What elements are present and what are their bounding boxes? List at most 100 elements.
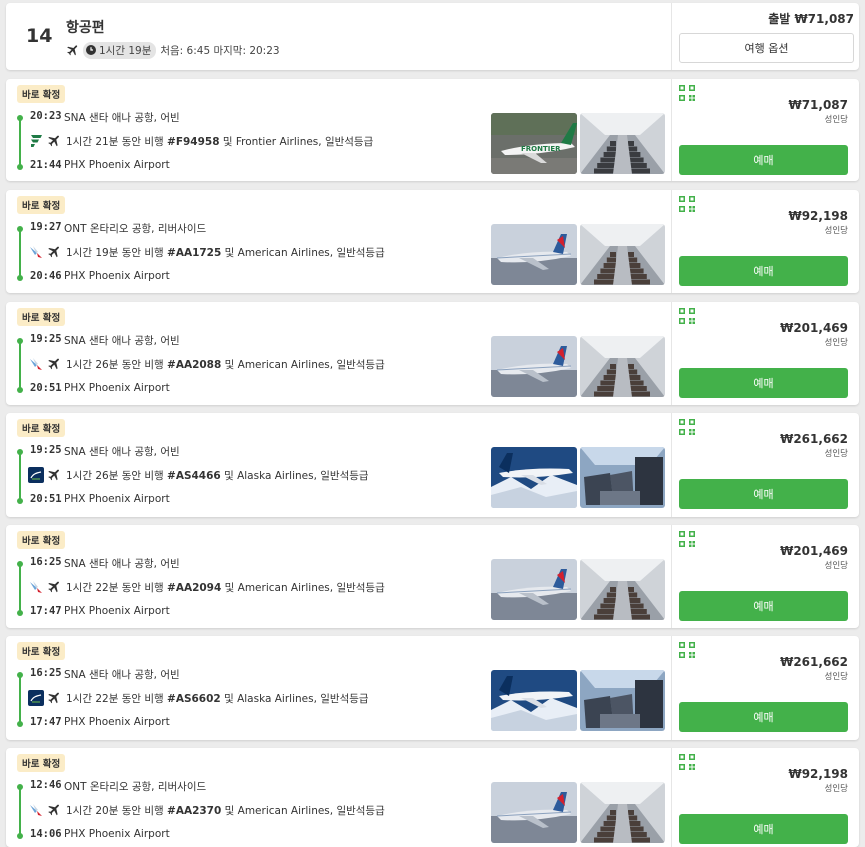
frontier-logo-icon — [31, 135, 42, 147]
arrival-time: 20:46 — [30, 270, 62, 282]
arrival-airport: PHX Phoenix Airport — [64, 382, 170, 394]
book-button[interactable]: 예매 — [679, 591, 848, 621]
cabin-interior-photo[interactable] — [580, 224, 665, 285]
aircraft-exterior-photo[interactable] — [491, 336, 577, 397]
cabin-interior-photo[interactable] — [580, 670, 665, 731]
american-logo-icon — [28, 802, 44, 818]
instant-confirm-badge: 바로 확정 — [17, 642, 66, 660]
flight-booking-panel: ₩71,087 성인당 예매 — [671, 79, 859, 181]
flight-text: 동안 비행 — [118, 136, 168, 148]
instant-confirm-badge: 바로 확정 — [17, 754, 66, 772]
plane-icon — [48, 135, 59, 147]
cabin-interior-photo[interactable] — [580, 782, 665, 843]
flight-details: 바로 확정 19:25 SNA 샌타 애나 공항, 어빈 1시간 26분 동안 … — [6, 302, 671, 405]
flight-duration: 1시간 26분 — [66, 470, 119, 482]
flight-card: 바로 확정 16:25 SNA 샌타 애나 공항, 어빈 1시간 22분 동안 … — [6, 525, 859, 628]
arrival-dot — [17, 721, 23, 727]
arrival-time: 14:06 — [30, 828, 62, 840]
clock-icon — [86, 45, 96, 55]
instant-confirm-badge: 바로 확정 — [17, 531, 66, 549]
flight-segment-info: 1시간 26분 동안 비행 #AA2088 및 American Airline… — [66, 357, 385, 372]
header-meta: 1시간 19분 처음: 6:45 마지막: 20:23 — [66, 41, 280, 59]
flight-number: #AS6602 — [167, 693, 221, 705]
book-button[interactable]: 예매 — [679, 256, 848, 286]
aircraft-exterior-photo[interactable] — [491, 447, 577, 508]
book-button[interactable]: 예매 — [679, 368, 848, 398]
flight-number: #AS4466 — [167, 470, 221, 482]
alaska-logo-icon — [28, 690, 44, 706]
flight-details: 바로 확정 20:23 SNA 샌타 애나 공항, 어빈 1시간 21분 동안 … — [6, 79, 671, 181]
airline-name: 및 Frontier Airlines, — [219, 136, 325, 148]
flight-card: 바로 확정 20:23 SNA 샌타 애나 공항, 어빈 1시간 21분 동안 … — [6, 79, 859, 181]
book-button[interactable]: 예매 — [679, 145, 848, 175]
day-number: 14 — [26, 25, 53, 47]
plane-icon — [48, 804, 59, 816]
aircraft-exterior-photo[interactable] — [491, 559, 577, 620]
flight-card: 바로 확정 12:46 ONT 온타리오 공항, 리버사이드 1시간 20분 동… — [6, 748, 859, 847]
qr-code-icon — [679, 196, 695, 212]
duration-pill: 1시간 19분 — [83, 41, 157, 59]
departure-airport: ONT 온타리오 공항, 리버사이드 — [64, 781, 207, 793]
cabin-interior-photo[interactable] — [580, 336, 665, 397]
day-header-main: 14 항공편 1시간 19분 처음: 6:45 마지막: 20:23 — [6, 3, 671, 70]
aircraft-exterior-photo[interactable]: FRONTIER — [491, 113, 577, 174]
flight-duration: 1시간 21분 — [66, 136, 119, 148]
cabin-class: 일반석등급 — [336, 359, 385, 371]
cabin-class: 일반석등급 — [320, 470, 369, 482]
route-line — [19, 787, 21, 838]
departure-airport: SNA 샌타 애나 공항, 어빈 — [64, 112, 180, 124]
aircraft-exterior-photo[interactable] — [491, 224, 577, 285]
departure-airport: ONT 온타리오 공항, 리버사이드 — [64, 223, 207, 235]
flight-duration: 1시간 20분 — [66, 805, 119, 817]
cabin-interior-photo[interactable] — [580, 559, 665, 620]
price-per-adult: 성인당 — [824, 115, 848, 125]
flight-card: 바로 확정 19:25 SNA 샌타 애나 공항, 어빈 1시간 26분 동안 … — [6, 413, 859, 517]
airline-name: 및 American Airlines, — [221, 805, 337, 817]
departure-dot — [17, 115, 23, 121]
aircraft-exterior-photo[interactable] — [491, 670, 577, 731]
flight-segment-info: 1시간 21분 동안 비행 #F94958 및 Frontier Airline… — [66, 134, 373, 149]
flight-booking-panel: ₩201,469 성인당 예매 — [671, 302, 859, 405]
flight-price: ₩261,662 — [780, 655, 848, 669]
day-header-card: 14 항공편 1시간 19분 처음: 6:45 마지막: 20:23 출발 ₩7… — [6, 3, 859, 70]
cabin-interior-photo[interactable] — [580, 113, 665, 174]
route-line — [19, 452, 21, 503]
plane-icon — [67, 45, 78, 56]
route-line — [19, 341, 21, 392]
qr-code-icon — [679, 419, 695, 435]
flight-details: 바로 확정 12:46 ONT 온타리오 공항, 리버사이드 1시간 20분 동… — [6, 748, 671, 847]
departure-dot — [17, 338, 23, 344]
plane-icon — [48, 581, 59, 593]
section-title: 항공편 — [66, 20, 105, 36]
plane-icon — [48, 469, 59, 481]
airline-name: 및 American Airlines, — [221, 247, 337, 259]
book-button[interactable]: 예매 — [679, 479, 848, 509]
header-side: 출발 ₩71,087 여행 옵션 — [671, 3, 859, 70]
flight-text: 동안 비행 — [118, 693, 168, 705]
flight-segment-info: 1시간 22분 동안 비행 #AS6602 및 Alaska Airlines,… — [66, 691, 369, 706]
arrival-time: 17:47 — [30, 716, 62, 728]
svg-text:FRONTIER: FRONTIER — [521, 145, 561, 153]
book-button[interactable]: 예매 — [679, 702, 848, 732]
price-per-adult: 성인당 — [824, 449, 848, 459]
arrival-dot — [17, 164, 23, 170]
departure-airport: SNA 샌타 애나 공항, 어빈 — [64, 558, 180, 570]
departure-time: 16:25 — [30, 667, 62, 679]
flight-text: 동안 비행 — [118, 359, 168, 371]
arrival-airport: PHX Phoenix Airport — [64, 716, 170, 728]
departure-dot — [17, 561, 23, 567]
travel-options-button[interactable]: 여행 옵션 — [679, 33, 854, 63]
arrival-dot — [17, 833, 23, 839]
arrival-time: 20:51 — [30, 382, 62, 394]
american-logo-icon — [28, 244, 44, 260]
aircraft-exterior-photo[interactable] — [491, 782, 577, 843]
departure-airport: SNA 샌타 애나 공항, 어빈 — [64, 335, 180, 347]
cabin-interior-photo[interactable] — [580, 447, 665, 508]
book-button[interactable]: 예매 — [679, 814, 848, 844]
flight-number: #F94958 — [167, 136, 220, 148]
flight-price: ₩92,198 — [788, 209, 848, 223]
flight-duration: 1시간 19분 — [66, 247, 119, 259]
cabin-class: 일반석등급 — [336, 805, 385, 817]
alaska-logo-icon — [28, 467, 44, 483]
qr-code-icon — [679, 531, 695, 547]
